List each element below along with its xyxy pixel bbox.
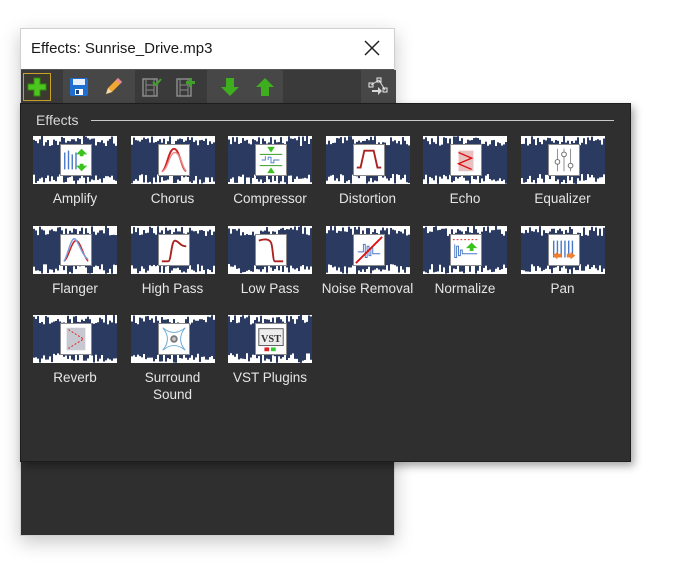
compressor-icon xyxy=(255,144,287,176)
effects-group-label: Effects xyxy=(36,112,79,128)
effect-item-echo[interactable]: Echo xyxy=(417,136,513,207)
svg-text:VST: VST xyxy=(261,334,281,345)
effect-label: Reverb xyxy=(53,370,97,385)
effect-thumbnail xyxy=(33,136,117,184)
effect-item-reverb[interactable]: Reverb xyxy=(27,315,123,386)
title-bar: Effects: Sunrise_Drive.mp3 xyxy=(21,29,394,69)
effect-item-equalizer[interactable]: Equalizer xyxy=(515,136,611,207)
effect-item-high-pass[interactable]: High Pass xyxy=(125,225,221,297)
group-divider xyxy=(91,120,614,121)
effect-thumbnail xyxy=(228,225,312,274)
effect-thumbnail xyxy=(130,315,215,363)
save-button[interactable] xyxy=(65,73,93,101)
apply-to-clip-button[interactable] xyxy=(137,73,165,101)
effect-item-noise-removal[interactable]: Noise Removal xyxy=(320,225,416,297)
effect-label: High Pass xyxy=(141,280,204,296)
effect-thumbnail xyxy=(520,225,605,274)
move-up-button[interactable] xyxy=(251,73,279,101)
amplify-icon xyxy=(60,144,92,176)
effect-item-distortion[interactable]: Distortion xyxy=(320,136,416,207)
effect-thumbnail xyxy=(520,136,605,184)
noise-removal-icon xyxy=(352,233,385,266)
vst-plugins-icon: VST xyxy=(255,323,287,355)
effect-item-pan[interactable]: Pan xyxy=(515,225,611,297)
effect-label: Pan xyxy=(550,280,575,296)
add-effect-button[interactable] xyxy=(23,73,51,101)
close-button[interactable] xyxy=(360,36,384,60)
effect-item-surround-sound[interactable]: Surround Sound xyxy=(125,315,221,403)
effect-label: Surround Sound xyxy=(144,370,201,402)
effect-label: Echo xyxy=(449,191,481,206)
effect-label: VST Plugins xyxy=(232,370,308,385)
toolbar xyxy=(21,69,396,104)
window-title: Effects: Sunrise_Drive.mp3 xyxy=(31,40,213,57)
node-graph-icon xyxy=(368,77,388,95)
effect-thumbnail xyxy=(33,225,117,274)
pencil-icon xyxy=(106,78,122,94)
equalizer-icon xyxy=(547,144,580,176)
edit-button[interactable] xyxy=(99,73,127,101)
effect-label: Equalizer xyxy=(534,191,591,206)
effect-label: Compressor xyxy=(233,191,307,206)
effect-item-low-pass[interactable]: Low Pass xyxy=(222,225,318,297)
green-plus-icon xyxy=(27,77,47,97)
effect-item-amplify[interactable]: Amplify xyxy=(27,136,123,207)
effect-label: Flanger xyxy=(52,280,98,296)
distortion-icon xyxy=(352,144,385,176)
surround-sound-icon xyxy=(157,323,190,355)
normalize-icon xyxy=(450,233,482,266)
effect-label: Noise Removal xyxy=(321,280,414,296)
effect-label: Distortion xyxy=(338,191,397,206)
add-to-clip-button[interactable] xyxy=(171,73,199,101)
high-pass-icon xyxy=(157,233,190,266)
effect-thumbnail xyxy=(130,136,215,184)
effect-thumbnail xyxy=(423,136,507,184)
effect-label: Low Pass xyxy=(240,280,300,296)
effect-thumbnail xyxy=(228,136,312,184)
effect-thumbnail xyxy=(130,225,215,274)
green-up-arrow-icon xyxy=(256,78,274,96)
effect-thumbnail xyxy=(423,225,507,274)
effect-label: Chorus xyxy=(150,191,195,206)
close-x-icon xyxy=(364,40,380,56)
move-down-button[interactable] xyxy=(216,73,244,101)
film-plus-icon xyxy=(176,78,195,97)
pan-icon xyxy=(547,233,580,266)
effect-label: Normalize xyxy=(434,280,496,296)
chorus-icon xyxy=(157,144,190,176)
effect-thumbnail xyxy=(33,315,117,363)
effect-item-chorus[interactable]: Chorus xyxy=(125,136,221,207)
effect-thumbnail xyxy=(325,225,410,274)
green-down-arrow-icon xyxy=(221,78,239,96)
effect-item-compressor[interactable]: Compressor xyxy=(222,136,318,207)
floppy-disk-icon xyxy=(70,78,88,96)
effect-thumbnail xyxy=(325,136,410,184)
effect-thumbnail: VST xyxy=(228,315,312,363)
effect-item-flanger[interactable]: Flanger xyxy=(27,225,123,297)
effect-item-vst-plugins[interactable]: VST VST Plugins xyxy=(222,315,318,386)
low-pass-icon xyxy=(255,233,287,266)
effects-dropdown-panel: Effects Amplify Chorus Compressor Distortio… xyxy=(20,103,631,462)
film-check-icon xyxy=(142,78,162,97)
echo-icon xyxy=(450,144,482,176)
flanger-icon xyxy=(60,233,92,266)
reverb-icon xyxy=(60,323,92,355)
effect-chain-button[interactable] xyxy=(364,73,392,101)
effect-item-normalize[interactable]: Normalize xyxy=(417,225,513,297)
effect-label: Amplify xyxy=(52,191,98,206)
